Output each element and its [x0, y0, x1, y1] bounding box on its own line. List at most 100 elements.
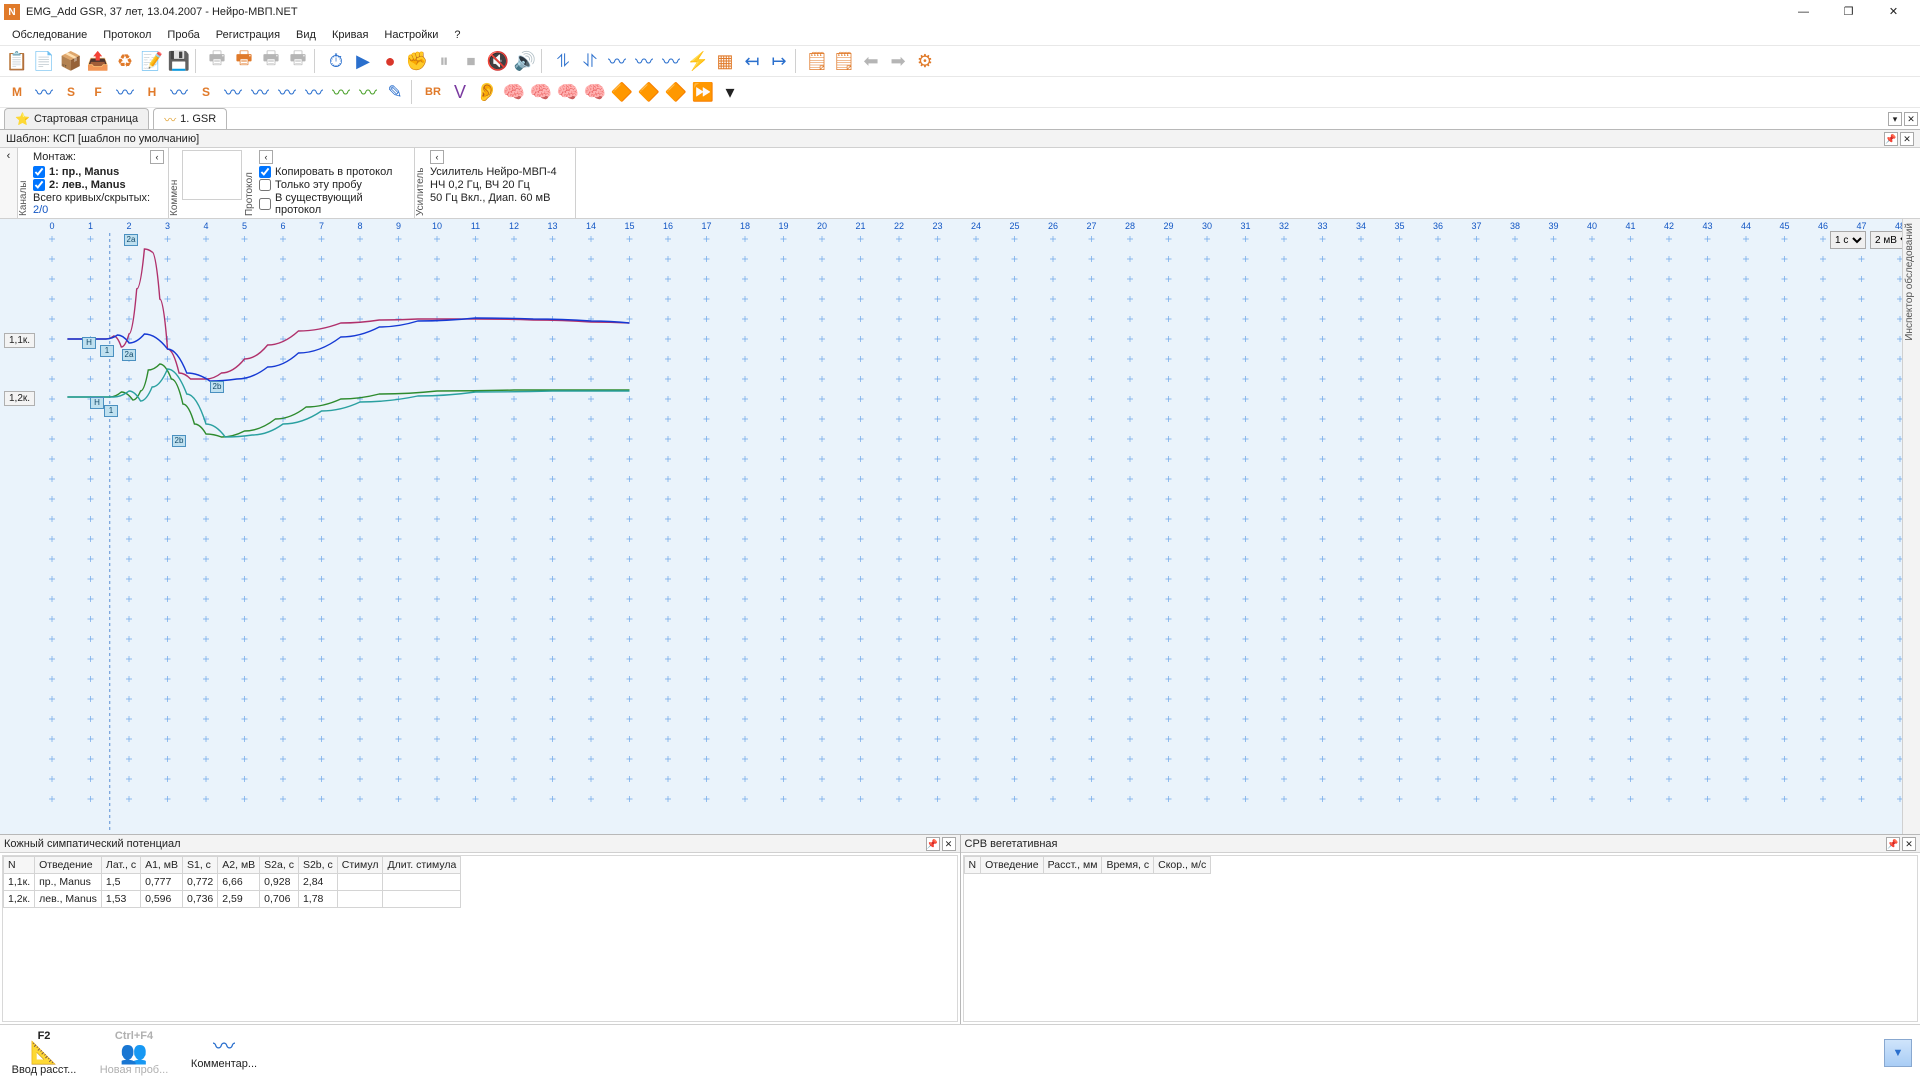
marker-h-1[interactable]: Н [82, 337, 96, 349]
marker-1-1[interactable]: 1 [100, 345, 114, 357]
channel-2-check[interactable]: 2: лев., Manus [33, 179, 164, 191]
srv-close[interactable]: ✕ [1902, 837, 1916, 851]
channel-1-check[interactable]: 1: пр., Manus [33, 166, 164, 178]
only-this-trial-check[interactable]: Только эту пробу [259, 179, 410, 191]
tb-print-1[interactable]: 🖶 [204, 48, 230, 74]
channels-collapse[interactable]: ‹ [150, 150, 164, 164]
menu-curve[interactable]: Кривая [324, 26, 376, 44]
tb2-btn1[interactable]: 🔶 [609, 79, 635, 105]
srv-table[interactable]: NОтведениеРасст., ммВремя, сСкор., м/с [964, 856, 1212, 874]
tb-stop[interactable]: ⏹ [458, 48, 484, 74]
tb-stim[interactable]: ✊ [404, 48, 430, 74]
tb-print-2[interactable]: 🖶 [231, 48, 257, 74]
tb2-w5[interactable]: 〰 [328, 79, 354, 105]
tb2-drop[interactable]: ▾ [717, 79, 743, 105]
srv-pin[interactable]: 📌 [1886, 837, 1900, 851]
tb2-f[interactable]: F [85, 79, 111, 105]
tb-wave-1[interactable]: ⥮ [550, 48, 576, 74]
marker-2a-1[interactable]: 2a [124, 234, 138, 246]
tb2-br[interactable]: BR [420, 79, 446, 105]
tb-wave-3[interactable]: 〰 [604, 48, 630, 74]
inspector-side-tab[interactable]: Инспектор обследований [1902, 219, 1920, 834]
tb-box[interactable]: 📦 [58, 48, 84, 74]
ksp-close[interactable]: ✕ [942, 837, 956, 851]
menu-view[interactable]: Вид [288, 26, 324, 44]
tb-prev[interactable]: ⬅ [858, 48, 884, 74]
tb2-w3[interactable]: 〰 [274, 79, 300, 105]
tb2-w1[interactable]: 〰 [220, 79, 246, 105]
tb-play[interactable]: ▶ [350, 48, 376, 74]
tb-new-exam[interactable]: 📋 [4, 48, 30, 74]
protocol-collapse[interactable]: ‹ [259, 150, 273, 164]
tb2-v[interactable]: V [447, 79, 473, 105]
tb2-s1[interactable]: 〰 [31, 79, 57, 105]
tb2-ear1[interactable]: 👂 [474, 79, 500, 105]
minimize-button[interactable]: — [1781, 2, 1826, 22]
tb-print-4[interactable]: 🖶 [285, 48, 311, 74]
tb-grid[interactable]: ▦ [712, 48, 738, 74]
tb-shift-r[interactable]: ↦ [766, 48, 792, 74]
tb-tbl-2[interactable]: 🗒 [831, 48, 857, 74]
tb2-brain1[interactable]: 🧠 [501, 79, 527, 105]
tb2-brain4[interactable]: 🧠 [582, 79, 608, 105]
tb-save[interactable]: 💾 [166, 48, 192, 74]
action-new-trial[interactable]: Ctrl+F4 👥 Новая проб... [98, 1030, 170, 1076]
tb2-s2[interactable]: S [193, 79, 219, 105]
tab-gsr[interactable]: 〰 1. GSR [153, 108, 227, 129]
tb-sound[interactable]: 🔊 [512, 48, 538, 74]
row-label-1[interactable]: 1,1к. [4, 333, 35, 348]
menu-registration[interactable]: Регистрация [208, 26, 288, 44]
tmpl-pin[interactable]: 📌 [1884, 132, 1898, 146]
marker-1-2[interactable]: 1 [104, 405, 118, 417]
ksp-pin[interactable]: 📌 [926, 837, 940, 851]
tb-monitor[interactable]: ⏱ [323, 48, 349, 74]
row-label-2[interactable]: 1,2к. [4, 391, 35, 406]
ksp-table[interactable]: NОтведениеЛат., сА1, мВS1, сA2, мВS2a, с… [3, 856, 461, 908]
tb-wave-4[interactable]: 〰 [631, 48, 657, 74]
tb2-btn2[interactable]: 🔶 [636, 79, 662, 105]
tb2-brain3[interactable]: 🧠 [555, 79, 581, 105]
comment-box[interactable] [182, 150, 242, 200]
menu-settings[interactable]: Настройки [376, 26, 446, 44]
tb2-m2[interactable]: 〰 [166, 79, 192, 105]
marker-2b-2[interactable]: 2b [172, 435, 186, 447]
menu-exam[interactable]: Обследование [4, 26, 95, 44]
tb2-brain2[interactable]: 🧠 [528, 79, 554, 105]
menu-protocol[interactable]: Протокол [95, 26, 159, 44]
tmpl-close[interactable]: ✕ [1900, 132, 1914, 146]
tb-shift-l[interactable]: ↤ [739, 48, 765, 74]
tb-open[interactable]: 📄 [31, 48, 57, 74]
tabrow-menu[interactable]: ▾ [1888, 112, 1902, 126]
tb-pause[interactable]: ⏸ [431, 48, 457, 74]
close-button[interactable]: ✕ [1871, 2, 1916, 22]
tb2-w6[interactable]: 〰 [355, 79, 381, 105]
tab-start-page[interactable]: ⭐ Стартовая страница [4, 108, 149, 129]
tb2-w7[interactable]: ✎ [382, 79, 408, 105]
tb-print-3[interactable]: 🖶 [258, 48, 284, 74]
action-enter-distance[interactable]: F2 📐 Ввод расст... [8, 1030, 80, 1076]
tb-tbl-1[interactable]: 🗒 [804, 48, 830, 74]
marker-2a-1b[interactable]: 2a [122, 349, 136, 361]
marker-h-2[interactable]: Н [90, 397, 104, 409]
tb-record[interactable]: ● [377, 48, 403, 74]
tb-mute[interactable]: 🔇 [485, 48, 511, 74]
tb-wave-5[interactable]: 〰 [658, 48, 684, 74]
panel-collapse-left[interactable]: ‹ [0, 148, 18, 218]
time-scale-select[interactable]: 1 с [1830, 231, 1866, 249]
tb2-m[interactable]: M [4, 79, 30, 105]
menu-trial[interactable]: Проба [159, 26, 207, 44]
tb-recycle[interactable]: ♻ [112, 48, 138, 74]
tb-wave-6[interactable]: ⚡ [685, 48, 711, 74]
copy-to-protocol-check[interactable]: Копировать в протокол [259, 166, 410, 178]
tb2-btn3[interactable]: 🔶 [663, 79, 689, 105]
tb-export[interactable]: 📤 [85, 48, 111, 74]
tb2-h[interactable]: H [139, 79, 165, 105]
maximize-button[interactable]: ❐ [1826, 2, 1871, 22]
tb-settings[interactable]: ⚙ [912, 48, 938, 74]
tb2-w4[interactable]: 〰 [301, 79, 327, 105]
amp-collapse[interactable]: ‹ [430, 150, 444, 164]
tb-next[interactable]: ➡ [885, 48, 911, 74]
tb2-s[interactable]: S [58, 79, 84, 105]
tb-edit[interactable]: 📝 [139, 48, 165, 74]
actionbar-expand[interactable]: ▼ [1884, 1039, 1912, 1067]
